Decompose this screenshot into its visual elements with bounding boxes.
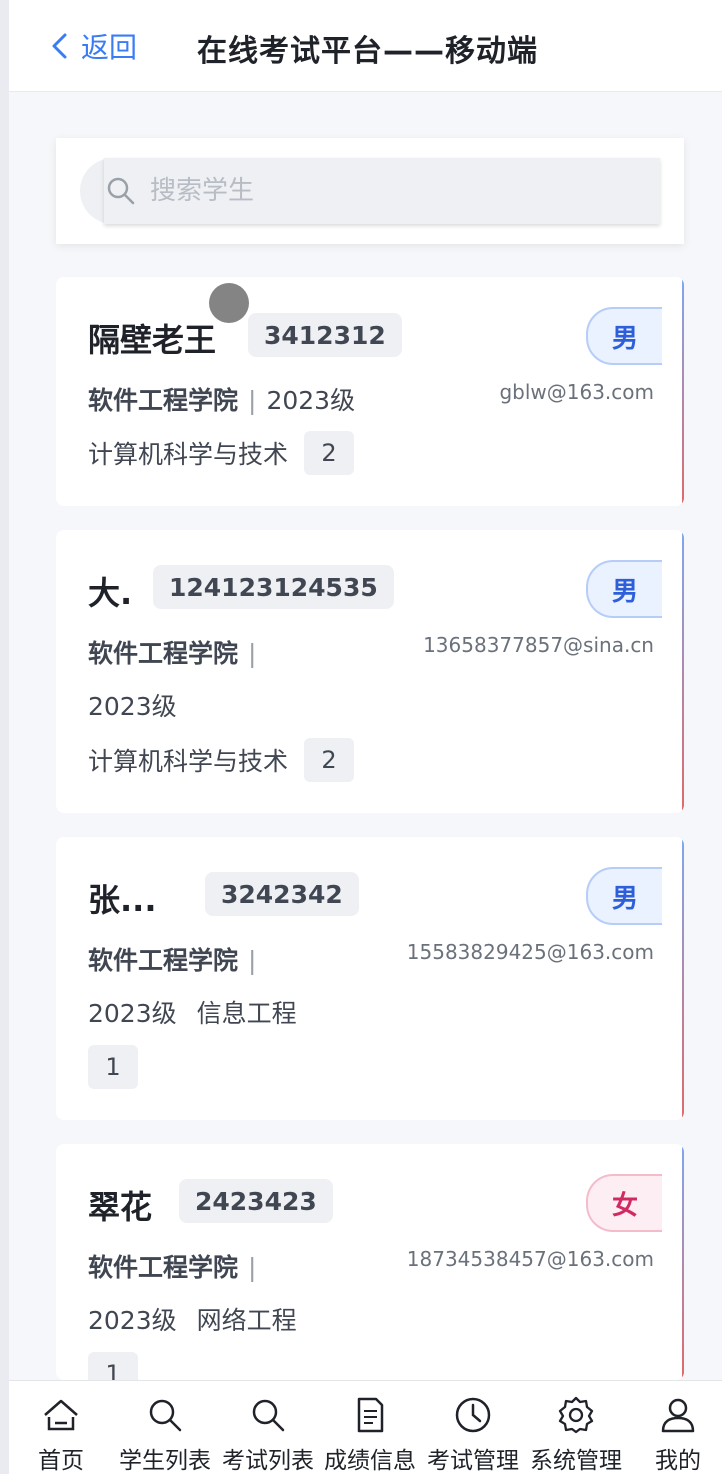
nav-item-exam-management[interactable]: 考试管理 — [421, 1381, 525, 1475]
class-line: 1 — [88, 1045, 138, 1089]
touch-indicator — [209, 283, 249, 323]
search-field — [104, 158, 660, 224]
student-name: 隔壁老王 — [88, 321, 217, 359]
grade-major-line: 2023级 信息工程 — [88, 994, 297, 1030]
grade: 2023级 — [88, 999, 177, 1028]
home-icon — [44, 1399, 78, 1431]
gear-icon — [558, 1396, 594, 1434]
nav-label: 成绩信息 — [324, 1448, 416, 1474]
student-id-badge: 3242342 — [205, 872, 359, 916]
nav-label: 我的 — [655, 1448, 701, 1474]
nav-label: 系统管理 — [530, 1448, 622, 1474]
nav-label: 考试列表 — [222, 1448, 314, 1474]
college-name: 软件工程学院 — [88, 1253, 239, 1282]
college-name: 软件工程学院 — [88, 639, 239, 668]
left-edge-strip — [0, 0, 9, 1474]
grade: 2023级 — [88, 692, 177, 721]
student-email: gblw@163.com — [499, 380, 654, 404]
grade-major-line: 2023级 网络工程 — [88, 1301, 297, 1337]
grade: 2023级 — [266, 386, 356, 415]
bottom-nav: 首页 学生列表 考试列表 成绩信息 考试管理 系统管理 我的 — [9, 1380, 722, 1475]
student-card[interactable]: 大. 124123124535 男 软件工程学院 | 13658377857@si… — [56, 530, 684, 813]
student-card[interactable]: 张... 3242342 男 软件工程学院 | 15583829425@163.c… — [56, 837, 684, 1120]
student-id-badge: 2423423 — [179, 1179, 333, 1223]
nav-item-exam-list[interactable]: 考试列表 — [216, 1381, 320, 1475]
page: 返回 在线考试平台——移动端 隔壁老王 3412312 男 软件工程学院 | 202… — [9, 0, 722, 1475]
user-icon — [661, 1398, 695, 1433]
student-id-badge: 3412312 — [248, 313, 402, 357]
nav-item-student-list[interactable]: 学生列表 — [113, 1381, 217, 1475]
student-email: 15583829425@163.com — [406, 940, 654, 964]
student-id-badge: 124123124535 — [153, 565, 394, 609]
major-name: 计算机科学与技术 — [88, 440, 289, 469]
separator: | — [248, 946, 257, 975]
student-email: 13658377857@sina.cn — [423, 633, 654, 657]
nav-item-home[interactable]: 首页 — [9, 1381, 113, 1475]
clock-icon — [455, 1397, 491, 1433]
student-email: 18734538457@163.com — [406, 1247, 654, 1271]
major-name: 网络工程 — [196, 1306, 297, 1335]
class-badge: 2 — [304, 738, 355, 782]
nav-item-mine[interactable]: 我的 — [626, 1381, 722, 1475]
gender-badge: 男 — [586, 307, 662, 365]
back-button[interactable]: 返回 — [49, 28, 137, 64]
search-box — [80, 158, 660, 224]
page-title: 在线考试平台——移动端 — [197, 34, 538, 69]
major-line: 计算机科学与技术 2 — [88, 431, 355, 475]
college-name: 软件工程学院 — [88, 386, 239, 415]
college-line: 软件工程学院 | 2023级 — [88, 381, 355, 417]
student-card[interactable]: 隔壁老王 3412312 男 软件工程学院 | 2023级 gblw@163.com… — [56, 277, 684, 506]
class-badge: 1 — [88, 1045, 138, 1089]
student-name: 翠花 — [88, 1188, 153, 1226]
college-line: 软件工程学院 | — [88, 941, 266, 977]
nav-label: 首页 — [38, 1448, 84, 1474]
class-badge: 2 — [304, 431, 355, 475]
gender-badge: 男 — [586, 867, 662, 925]
search-input[interactable] — [148, 175, 632, 207]
gender-badge: 男 — [586, 560, 662, 618]
major-name: 信息工程 — [196, 999, 297, 1028]
search-card — [56, 138, 684, 244]
search-icon — [252, 1399, 285, 1432]
separator: | — [248, 1253, 257, 1282]
grade: 2023级 — [88, 1306, 177, 1335]
college-line: 软件工程学院 | — [88, 1248, 266, 1284]
major-line: 计算机科学与技术 2 — [88, 738, 355, 782]
nav-label: 考试管理 — [427, 1448, 519, 1474]
student-name: 大. — [88, 574, 133, 612]
student-name: 张... — [88, 881, 157, 919]
separator: | — [248, 386, 257, 415]
header: 返回 在线考试平台——移动端 — [9, 0, 722, 92]
back-label: 返回 — [81, 31, 138, 64]
college-line: 软件工程学院 | — [88, 634, 266, 670]
search-icon — [149, 1399, 182, 1432]
student-card[interactable]: 翠花 2423423 女 软件工程学院 | 18734538457@163.com… — [56, 1144, 684, 1380]
separator: | — [248, 639, 257, 668]
gender-badge: 女 — [586, 1174, 662, 1232]
search-icon — [107, 177, 135, 205]
class-line: 1 — [88, 1352, 138, 1380]
nav-label: 学生列表 — [119, 1448, 211, 1474]
college-name: 软件工程学院 — [88, 946, 239, 975]
chevron-left-icon — [52, 33, 67, 59]
major-name: 计算机科学与技术 — [88, 747, 289, 776]
document-icon — [357, 1397, 384, 1433]
class-badge: 1 — [88, 1352, 138, 1380]
nav-item-system-management[interactable]: 系统管理 — [524, 1381, 628, 1475]
nav-item-score-info[interactable]: 成绩信息 — [318, 1381, 422, 1475]
